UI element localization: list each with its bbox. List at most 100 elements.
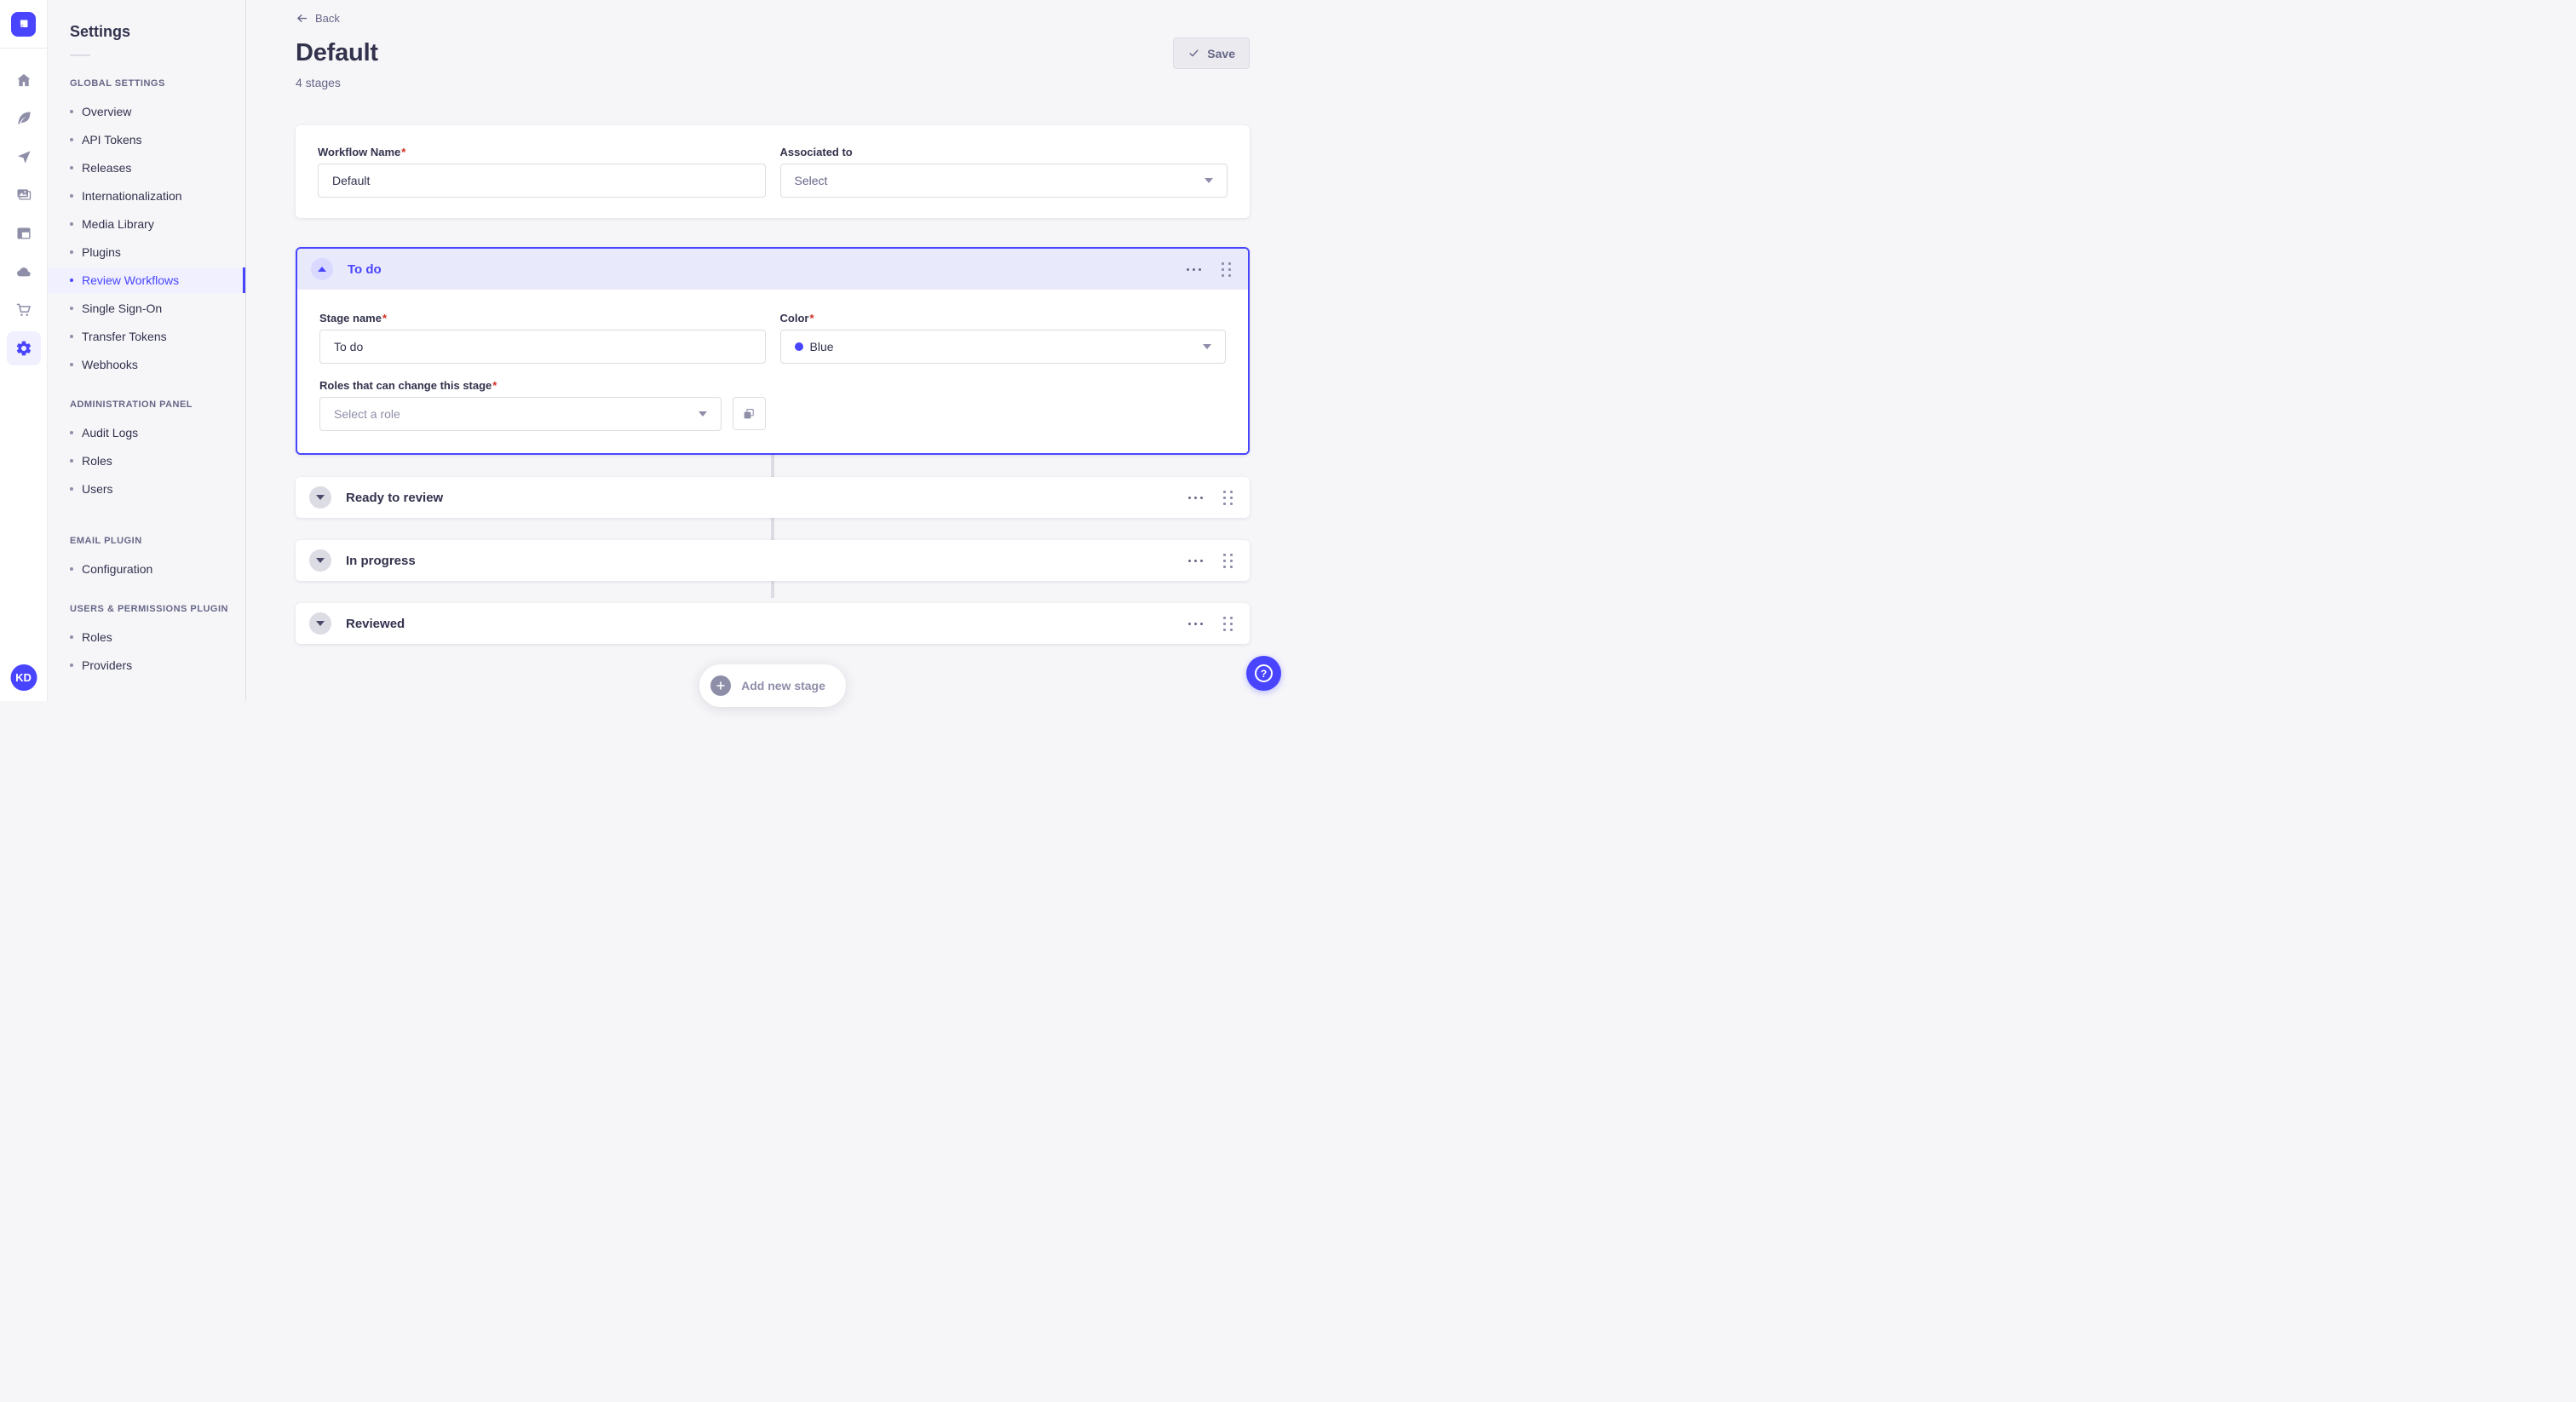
- bullet-icon: [70, 307, 73, 310]
- sidebar-item-label: Single Sign-On: [82, 302, 163, 315]
- chevron-down-icon: [1203, 344, 1211, 349]
- sidebar-item-label: Transfer Tokens: [82, 330, 167, 343]
- sidebar-item-admin-roles[interactable]: Roles: [48, 448, 245, 474]
- bullet-icon: [70, 567, 73, 571]
- workflow-name-input[interactable]: [318, 164, 766, 198]
- page-subtitle: 4 stages: [296, 76, 341, 89]
- plus-icon: [710, 675, 732, 696]
- sidebar-item-webhooks[interactable]: Webhooks: [48, 352, 245, 377]
- sidebar-item-media-library[interactable]: Media Library: [48, 211, 245, 237]
- stage-name-input[interactable]: [319, 330, 766, 364]
- workflow-name-label: Workflow Name*: [318, 146, 406, 158]
- sidebar-item-label: Plugins: [82, 245, 121, 259]
- layout-icon[interactable]: [7, 216, 41, 250]
- sidebar-item-admin-users[interactable]: Users: [48, 476, 245, 502]
- associated-to-select[interactable]: Select: [779, 164, 1228, 198]
- bullet-icon: [70, 222, 73, 226]
- more-options-icon[interactable]: [1187, 618, 1205, 630]
- paper-plane-icon[interactable]: [7, 140, 41, 174]
- drag-handle-icon[interactable]: [1220, 259, 1233, 280]
- feather-icon[interactable]: [7, 101, 41, 135]
- chevron-down-icon: [316, 621, 325, 626]
- page-title: Default: [296, 39, 378, 66]
- duplicate-stage-button[interactable]: [732, 397, 766, 430]
- stage-row-in-progress[interactable]: In progress: [296, 540, 1250, 581]
- add-stage-label: Add new stage: [741, 679, 825, 692]
- back-label: Back: [315, 12, 340, 25]
- bullet-icon: [70, 194, 73, 198]
- pictures-icon[interactable]: [7, 178, 41, 212]
- required-asterisk: *: [401, 146, 406, 158]
- sidebar-item-label: Roles: [82, 454, 112, 468]
- sidebar-item-up-roles[interactable]: Roles: [48, 624, 245, 650]
- sidebar-item-single-sign-on[interactable]: Single Sign-On: [48, 296, 245, 321]
- required-asterisk: *: [809, 312, 814, 325]
- collapse-toggle-button[interactable]: [311, 258, 333, 280]
- stage-actions: [1187, 550, 1236, 572]
- bullet-icon: [70, 335, 73, 338]
- associated-to-label: Associated to: [779, 146, 853, 158]
- workflow-meta-card: Workflow Name* Associated to Select: [296, 125, 1250, 218]
- more-options-icon[interactable]: [1185, 263, 1203, 276]
- sidebar-item-up-providers[interactable]: Providers: [48, 652, 245, 678]
- section-header-users-permissions-plugin: USERS & PERMISSIONS PLUGIN: [70, 604, 228, 614]
- stage-roles-field: Roles that can change this stage* Select…: [319, 379, 766, 431]
- sidebar-item-email-configuration[interactable]: Configuration: [48, 556, 245, 582]
- sidebar-item-internationalization[interactable]: Internationalization: [48, 183, 245, 209]
- stage-title: Reviewed: [346, 616, 405, 631]
- bullet-icon: [70, 250, 73, 254]
- sidebar-item-label: Configuration: [82, 562, 153, 576]
- stage-color-select[interactable]: Blue: [779, 330, 1226, 364]
- sidebar-item-api-tokens[interactable]: API Tokens: [48, 127, 245, 152]
- drag-handle-icon[interactable]: [1222, 487, 1234, 509]
- back-link[interactable]: Back: [296, 12, 340, 25]
- stage-roles-label: Roles that can change this stage*: [319, 379, 497, 392]
- stage-title: In progress: [346, 553, 416, 568]
- sidebar-item-releases[interactable]: Releases: [48, 155, 245, 181]
- expand-toggle-button[interactable]: [309, 549, 331, 572]
- back-arrow-icon: [297, 14, 308, 22]
- stage-actions: [1187, 613, 1236, 635]
- stage-color-value: Blue: [809, 340, 834, 353]
- more-options-icon[interactable]: [1187, 554, 1205, 567]
- sidebar-item-overview[interactable]: Overview: [48, 99, 245, 124]
- drag-handle-icon[interactable]: [1222, 550, 1234, 572]
- stage-row-ready-to-review[interactable]: Ready to review: [296, 477, 1250, 518]
- associated-to-value: Select: [794, 174, 828, 187]
- required-asterisk: *: [382, 312, 388, 325]
- page-header: Default Save: [296, 37, 1250, 69]
- more-options-icon[interactable]: [1187, 491, 1205, 504]
- sidebar-item-audit-logs[interactable]: Audit Logs: [48, 420, 245, 445]
- section-header-global-settings: GLOBAL SETTINGS: [70, 78, 165, 89]
- bullet-icon: [70, 635, 73, 639]
- sidebar-item-plugins[interactable]: Plugins: [48, 239, 245, 265]
- stage-actions: [1187, 487, 1236, 509]
- sidebar-item-label: Overview: [82, 105, 132, 118]
- save-button[interactable]: Save: [1173, 37, 1250, 69]
- home-icon[interactable]: [7, 63, 41, 97]
- expand-toggle-button[interactable]: [309, 486, 331, 509]
- bullet-icon: [70, 487, 73, 491]
- chevron-down-icon: [1205, 178, 1213, 183]
- drag-handle-icon[interactable]: [1222, 613, 1234, 635]
- section-header-administration-panel: ADMINISTRATION PANEL: [70, 399, 193, 410]
- help-button[interactable]: ?: [1246, 656, 1281, 691]
- stage-roles-select[interactable]: Select a role: [319, 397, 722, 431]
- add-new-stage-button[interactable]: Add new stage: [699, 664, 846, 707]
- stage-title: Ready to review: [346, 490, 444, 505]
- gear-icon[interactable]: [6, 331, 41, 365]
- stage-todo-header[interactable]: To do: [297, 249, 1248, 290]
- expand-toggle-button[interactable]: [309, 612, 331, 635]
- sidebar-item-review-workflows[interactable]: Review Workflows: [48, 267, 245, 293]
- avatar[interactable]: KD: [10, 664, 37, 691]
- check-icon: [1189, 49, 1199, 57]
- sidebar-item-label: Media Library: [82, 217, 154, 231]
- strapi-logo-icon[interactable]: [11, 11, 36, 37]
- stage-roles-placeholder: Select a role: [334, 407, 400, 421]
- stage-row-reviewed[interactable]: Reviewed: [296, 603, 1250, 644]
- cloud-icon[interactable]: [7, 255, 41, 289]
- chevron-down-icon: [316, 558, 325, 563]
- cart-icon[interactable]: [7, 293, 41, 327]
- sidebar-item-transfer-tokens[interactable]: Transfer Tokens: [48, 324, 245, 349]
- bullet-icon: [70, 138, 73, 141]
